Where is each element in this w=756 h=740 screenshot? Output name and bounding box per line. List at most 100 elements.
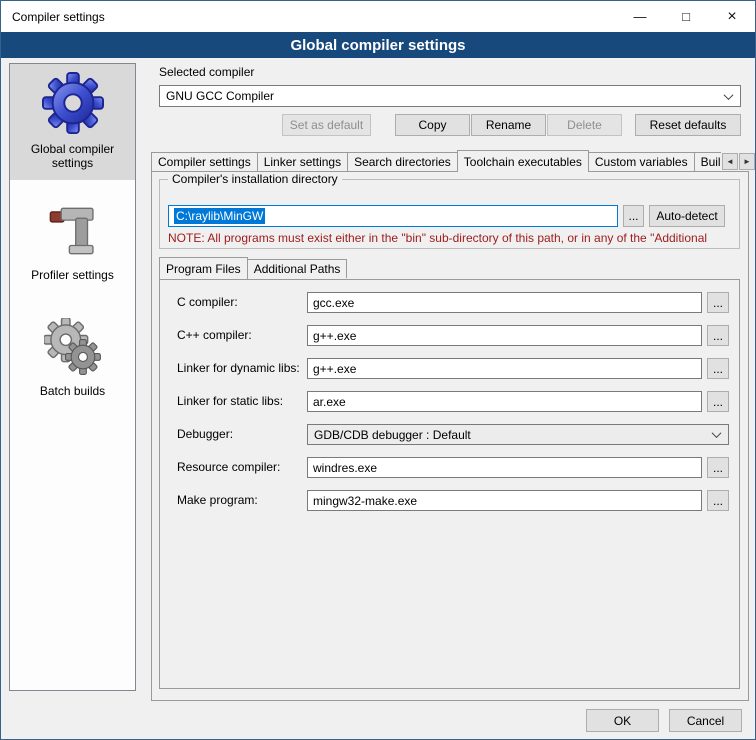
tab-build-options[interactable]: Build options <box>694 152 721 171</box>
installation-directory-browse-button[interactable]: ... <box>623 205 644 227</box>
bin-subdirectory-note: NOTE: All programs must exist either in … <box>168 231 735 245</box>
window-controls: — □ × <box>617 1 755 32</box>
ellipsis-icon: ... <box>713 362 723 376</box>
ellipsis-icon: ... <box>713 296 723 310</box>
selected-compiler-label: Selected compiler <box>159 65 254 79</box>
compiler-settings-window: Compiler settings — □ × Global compiler … <box>0 0 756 740</box>
c-compiler-value: gcc.exe <box>313 296 354 310</box>
reset-defaults-label: Reset defaults <box>650 118 727 132</box>
selected-compiler-combobox[interactable]: GNU GCC Compiler <box>159 85 741 107</box>
sidebar-item-profiler-settings[interactable]: Profiler settings <box>10 194 135 292</box>
linker-dynamic-value: g++.exe <box>313 362 356 376</box>
profiler-tool-icon <box>44 202 102 260</box>
tab-label: Linker settings <box>264 155 341 169</box>
main-tabstrip: Compiler settings Linker settings Search… <box>151 150 721 172</box>
installation-directory-group: Compiler's installation directory C:\ray… <box>159 179 740 249</box>
tab-compiler-settings[interactable]: Compiler settings <box>151 152 258 171</box>
linker-dynamic-browse-button[interactable]: ... <box>707 358 729 379</box>
tab-linker-settings[interactable]: Linker settings <box>257 152 348 171</box>
installation-directory-value: C:\raylib\MinGW <box>174 208 265 224</box>
chevron-down-icon <box>724 90 734 100</box>
auto-detect-button[interactable]: Auto-detect <box>649 205 725 227</box>
ok-button[interactable]: OK <box>586 709 659 732</box>
sidebar-item-label: Global compiler settings <box>14 142 131 170</box>
linker-static-value: ar.exe <box>313 395 346 409</box>
maximize-icon: □ <box>682 9 690 24</box>
arrow-right-icon: ► <box>743 157 751 166</box>
tab-label: Compiler settings <box>158 155 251 169</box>
maximize-button[interactable]: □ <box>663 1 709 32</box>
linker-static-browse-button[interactable]: ... <box>707 391 729 412</box>
set-as-default-button: Set as default <box>282 114 371 136</box>
window-title: Compiler settings <box>1 10 105 24</box>
arrow-left-icon: ◄ <box>726 157 734 166</box>
sidebar-item-label: Batch builds <box>40 384 105 398</box>
debugger-label: Debugger: <box>177 427 233 441</box>
close-button[interactable]: × <box>709 1 755 32</box>
resource-compiler-label: Resource compiler: <box>177 460 280 474</box>
linker-static-label: Linker for static libs: <box>177 394 283 408</box>
tab-label: Toolchain executables <box>464 155 582 169</box>
sidebar-item-global-compiler-settings[interactable]: Global compiler settings <box>10 64 135 180</box>
linker-static-input[interactable]: ar.exe <box>307 391 702 412</box>
group-title: Compiler's installation directory <box>168 172 342 186</box>
sidebar-item-batch-builds[interactable]: Batch builds <box>10 310 135 408</box>
ellipsis-icon: ... <box>628 209 638 223</box>
tab-label: Build options <box>701 155 721 169</box>
make-program-input[interactable]: mingw32-make.exe <box>307 490 702 511</box>
set-as-default-label: Set as default <box>290 118 363 132</box>
debugger-combobox[interactable]: GDB/CDB debugger : Default <box>307 424 729 445</box>
make-program-value: mingw32-make.exe <box>313 494 417 508</box>
close-icon: × <box>727 8 736 26</box>
subtab-label: Program Files <box>166 262 241 276</box>
resource-compiler-value: windres.exe <box>313 461 377 475</box>
titlebar: Compiler settings — □ × <box>1 1 755 32</box>
tab-search-directories[interactable]: Search directories <box>347 152 458 171</box>
dialog-title: Global compiler settings <box>290 37 465 54</box>
tab-label: Custom variables <box>595 155 688 169</box>
program-files-page: C compiler: gcc.exe ... C++ compiler: g+… <box>159 279 740 689</box>
tab-toolchain-executables[interactable]: Toolchain executables <box>457 150 589 172</box>
tabs-viewport: Compiler settings Linker settings Search… <box>151 150 721 172</box>
cancel-label: Cancel <box>687 714 724 728</box>
delete-button: Delete <box>547 114 622 136</box>
c-compiler-browse-button[interactable]: ... <box>707 292 729 313</box>
resource-compiler-browse-button[interactable]: ... <box>707 457 729 478</box>
resource-compiler-input[interactable]: windres.exe <box>307 457 702 478</box>
cpp-compiler-browse-button[interactable]: ... <box>707 325 729 346</box>
copy-button[interactable]: Copy <box>395 114 470 136</box>
chevron-down-icon <box>712 428 722 438</box>
delete-label: Delete <box>567 118 602 132</box>
subtab-program-files[interactable]: Program Files <box>159 257 248 279</box>
ellipsis-icon: ... <box>713 494 723 508</box>
subtab-label: Additional Paths <box>254 262 341 276</box>
tab-scroll-left-button[interactable]: ◄ <box>722 153 738 170</box>
reset-defaults-button[interactable]: Reset defaults <box>635 114 741 136</box>
tab-custom-variables[interactable]: Custom variables <box>588 152 695 171</box>
cancel-button[interactable]: Cancel <box>669 709 742 732</box>
make-program-label: Make program: <box>177 493 258 507</box>
sidebar: Global compiler settings Profiler settin… <box>9 63 136 691</box>
c-compiler-label: C compiler: <box>177 295 238 309</box>
debugger-value: GDB/CDB debugger : Default <box>314 428 471 442</box>
c-compiler-input[interactable]: gcc.exe <box>307 292 702 313</box>
rename-button[interactable]: Rename <box>471 114 546 136</box>
subtab-additional-paths[interactable]: Additional Paths <box>247 259 348 278</box>
installation-directory-input[interactable]: C:\raylib\MinGW <box>168 205 618 227</box>
cpp-compiler-input[interactable]: g++.exe <box>307 325 702 346</box>
rename-label: Rename <box>486 118 531 132</box>
sidebar-item-label: Profiler settings <box>31 268 114 282</box>
tab-scroll-right-button[interactable]: ► <box>739 153 755 170</box>
tab-label: Search directories <box>354 155 451 169</box>
blue-gear-icon <box>42 72 104 134</box>
copy-label: Copy <box>418 118 446 132</box>
linker-dynamic-input[interactable]: g++.exe <box>307 358 702 379</box>
make-program-browse-button[interactable]: ... <box>707 490 729 511</box>
dialog-header: Global compiler settings <box>1 32 755 58</box>
minimize-icon: — <box>634 9 647 24</box>
selected-compiler-value: GNU GCC Compiler <box>166 89 274 103</box>
ellipsis-icon: ... <box>713 395 723 409</box>
ellipsis-icon: ... <box>713 329 723 343</box>
minimize-button[interactable]: — <box>617 1 663 32</box>
linker-dynamic-label: Linker for dynamic libs: <box>177 361 300 375</box>
